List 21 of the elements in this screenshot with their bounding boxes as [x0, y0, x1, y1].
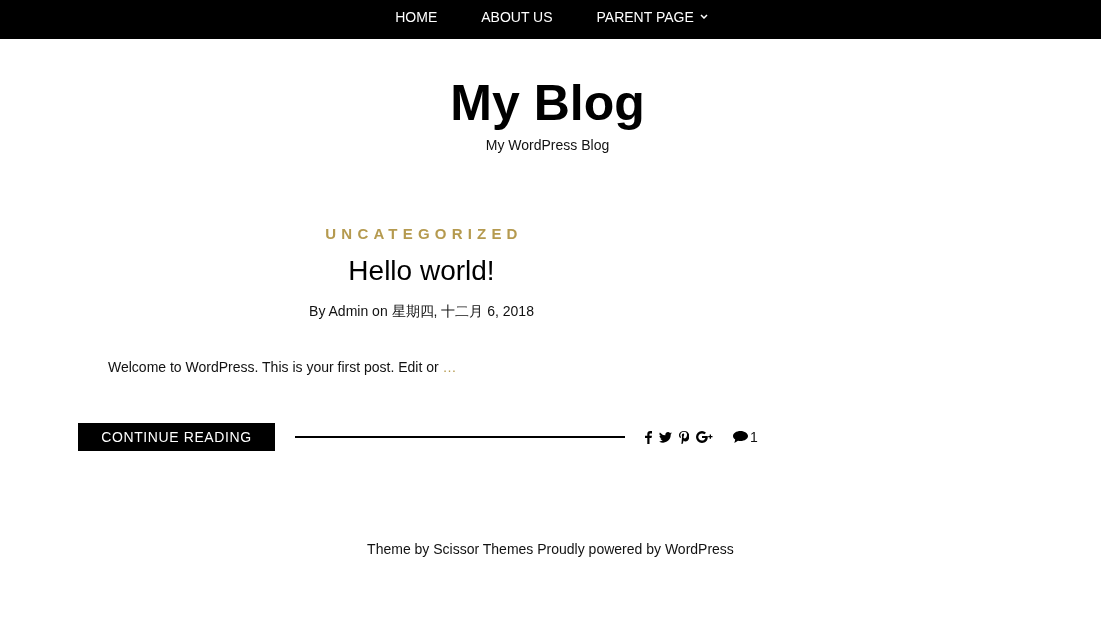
post-excerpt: Welcome to WordPress. This is your first post. Edit or … [108, 359, 457, 375]
author-link[interactable]: Admin [328, 303, 369, 319]
site-title[interactable]: My Blog [450, 73, 645, 133]
google-plus-icon[interactable] [696, 431, 714, 443]
wordpress-link[interactable]: WordPress [664, 541, 734, 557]
date-link[interactable]: 星期四, 十二月 6, 2018 [391, 303, 534, 319]
nav-link[interactable]: HOME [395, 8, 438, 25]
post-title[interactable]: Hello world! [348, 254, 495, 288]
nav-link[interactable]: ABOUT US [481, 8, 553, 25]
site-tagline: My WordPress Blog [484, 137, 611, 153]
theme-link[interactable]: Scissor Themes [433, 541, 534, 557]
post-meta: By Admin on 星期四, 十二月 6, 2018 [309, 303, 534, 321]
continue-reading-button[interactable]: CONTINUE READING [78, 423, 275, 451]
caret-icon [699, 14, 708, 19]
footer-credits: Theme by Scissor Themes Proudly powered by WordPress [367, 541, 734, 557]
twitter-icon[interactable] [659, 431, 672, 443]
facebook-icon[interactable] [645, 430, 652, 444]
nav-link[interactable]: PARENT PAGE [596, 8, 708, 25]
comment-icon [733, 431, 748, 443]
pinterest-icon[interactable] [679, 430, 689, 444]
comments-link[interactable]: 1 [733, 429, 758, 445]
